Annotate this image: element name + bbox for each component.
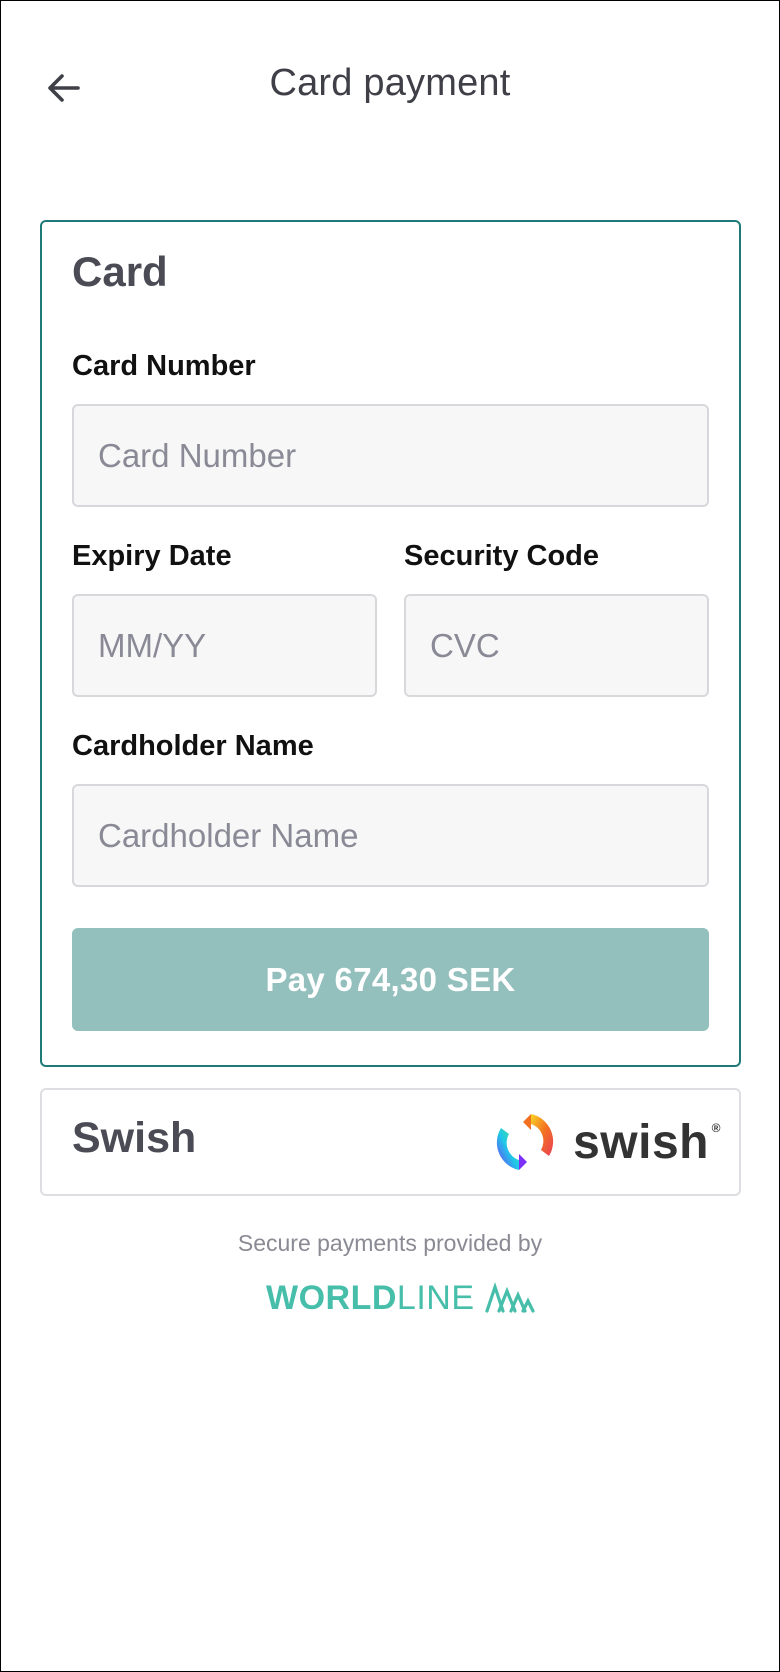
- pay-button[interactable]: Pay 674,30 SEK: [72, 928, 709, 1031]
- swish-label: Swish: [72, 1114, 197, 1162]
- page-title: Card payment: [269, 62, 511, 104]
- worldline-wordmark-light: LINE: [396, 1278, 475, 1317]
- card-section-title: Card: [72, 248, 168, 295]
- cardholder-name-label: Cardholder Name: [72, 730, 314, 762]
- security-code-input[interactable]: [404, 594, 709, 697]
- card-payment-panel[interactable]: Card Card Number Expiry Date Security Co…: [40, 220, 741, 1067]
- header: Card payment: [0, 0, 780, 176]
- expiry-date-label: Expiry Date: [72, 540, 232, 572]
- secure-payments-text: Secure payments provided by: [237, 1230, 543, 1256]
- swish-payment-option[interactable]: Swish swish ®: [40, 1088, 741, 1196]
- swish-wordmark: swish ®: [573, 1115, 721, 1169]
- security-code-label: Security Code: [404, 540, 599, 572]
- worldline-logo: WORLD LINE: [266, 1278, 537, 1318]
- worldline-wordmark-bold: WORLD: [266, 1278, 397, 1317]
- expiry-date-input[interactable]: [72, 594, 377, 697]
- swish-logo-icon: [496, 1114, 554, 1170]
- card-number-label: Card Number: [72, 350, 256, 382]
- registered-mark: ®: [711, 1120, 721, 1135]
- swish-logo: swish ®: [491, 1106, 721, 1178]
- worldline-waves-icon: [484, 1281, 535, 1313]
- card-number-input[interactable]: [72, 404, 709, 507]
- cardholder-name-input[interactable]: [72, 784, 709, 887]
